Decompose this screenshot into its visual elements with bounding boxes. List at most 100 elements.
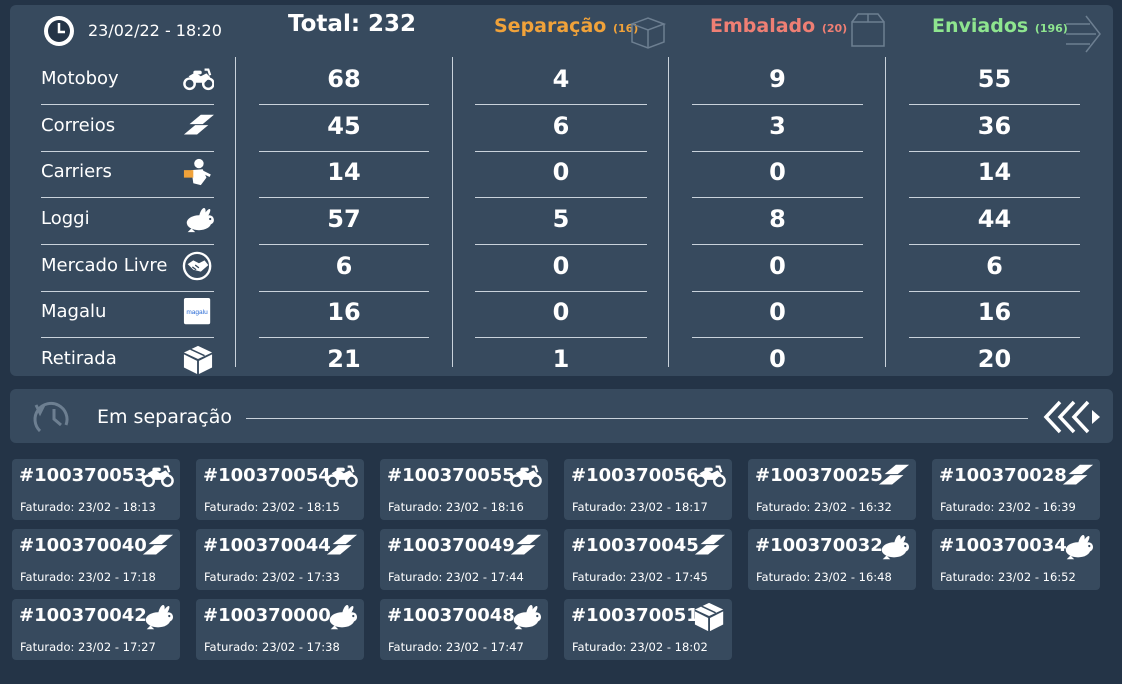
order-id: #100370048 [387,605,515,626]
order-card[interactable]: #100370051 Faturado: 23/02 - 18:02 [564,599,732,660]
correios-icon [1062,464,1094,485]
order-card[interactable]: #100370042 Faturado: 23/02 - 17:27 [12,599,180,660]
motorcycle-icon [692,461,728,493]
order-card[interactable]: #100370048 Faturado: 23/02 - 17:47 [380,599,548,660]
motorcycle-icon [142,465,174,488]
total-value: 14 [259,151,429,198]
order-card[interactable]: #100370055 Faturado: 23/02 - 18:16 [380,459,548,520]
rabbit-icon [1060,531,1096,563]
correios-icon [142,534,174,555]
carrier-row: Mercado Livre [41,245,214,292]
total-value: 45 [259,105,429,152]
order-card[interactable]: #100370053 Faturado: 23/02 - 18:13 [12,459,180,520]
embalado-value: 8 [692,198,863,245]
carrier-name: Correios [41,115,116,136]
embalado-value: 9 [692,58,863,105]
total-count: Total: 232 [288,11,417,37]
order-id: #100370051 [571,605,699,626]
order-card[interactable]: #100370040 Faturado: 23/02 - 17:18 [12,529,180,590]
carrier-name: Retirada [41,348,117,369]
order-invoice-date: Faturado: 23/02 - 17:44 [388,570,524,584]
total-value: 57 [259,198,429,245]
order-id: #100370025 [755,465,883,486]
order-id: #100370032 [755,535,883,556]
order-card[interactable]: #100370032 Faturado: 23/02 - 16:48 [748,529,916,590]
carrier-name: Magalu [41,301,107,322]
order-id: #100370056 [571,465,699,486]
correios-icon [182,111,214,141]
order-id: #100370000 [203,605,331,626]
order-invoice-date: Faturado: 23/02 - 18:02 [572,640,708,654]
separacao-header: Separação (16) [494,15,639,37]
order-id: #100370040 [19,535,147,556]
embalado-header: Embalado (20) [710,15,848,37]
motorcycle-icon [510,465,542,488]
enviados-value: 44 [909,198,1080,245]
rabbit-icon [145,604,174,630]
motorcycle-icon [324,461,360,493]
motorcycle-icon [182,64,215,94]
embalado-value: 0 [692,245,863,292]
order-id: #100370045 [571,535,699,556]
order-invoice-date: Faturado: 23/02 - 17:18 [20,570,156,584]
carrier-name: Loggi [41,208,90,229]
order-card[interactable]: #100370000 Faturado: 23/02 - 17:38 [196,599,364,660]
correios-icon [876,461,912,493]
refresh-clock-icon [33,401,69,433]
carrier-name: Carriers [41,161,112,182]
motorcycle-icon [508,461,544,493]
enviados-value: 14 [909,151,1080,198]
order-card[interactable]: #100370025 Faturado: 23/02 - 16:32 [748,459,916,520]
order-invoice-date: Faturado: 23/02 - 16:48 [756,570,892,584]
section-title: Em separação [97,406,233,428]
order-card[interactable]: #100370044 Faturado: 23/02 - 17:33 [196,529,364,590]
chevrons-left-icon[interactable] [1042,398,1104,436]
order-invoice-date: Faturado: 23/02 - 16:32 [756,500,892,514]
order-id: #100370054 [203,465,331,486]
rabbit-icon [508,601,544,633]
embalado-value: 0 [692,291,863,338]
carrier-name: Mercado Livre [41,255,168,276]
magalu-icon: magalu [183,297,211,325]
courier-icon [182,157,212,187]
enviados-value: 36 [909,105,1080,152]
order-card[interactable]: #100370034 Faturado: 23/02 - 16:52 [932,529,1100,590]
box-open-icon [629,17,667,49]
column-divider [885,57,886,367]
total-value: 6 [259,245,429,292]
order-invoice-date: Faturado: 23/02 - 18:16 [388,500,524,514]
handshake-icon [182,251,214,281]
separacao-value: 0 [475,291,647,338]
rabbit-icon [182,204,214,234]
total-value: 16 [259,291,429,338]
enviados-value: 6 [909,245,1080,292]
separacao-value: 4 [475,58,647,105]
correios-icon [1060,461,1096,493]
order-invoice-date: Faturado: 23/02 - 17:38 [204,640,340,654]
clock-icon [44,16,74,46]
section-divider [246,418,1028,419]
rabbit-icon [1065,534,1094,560]
separacao-value: 0 [475,245,647,292]
embalado-value: 0 [769,345,786,373]
order-card[interactable]: #100370045 Faturado: 23/02 - 17:45 [564,529,732,590]
courier-icon [182,157,214,187]
embalado-value: 3 [692,105,863,152]
order-id: #100370049 [387,535,515,556]
total-value: 21 [327,345,361,373]
order-invoice-date: Faturado: 23/02 - 16:39 [940,500,1076,514]
rabbit-icon [324,601,360,633]
correios-icon [878,464,910,485]
order-id: #100370034 [939,535,1067,556]
carrier-row: Motoboy [41,58,215,105]
order-card[interactable]: #100370054 Faturado: 23/02 - 18:15 [196,459,364,520]
rabbit-icon [881,534,910,560]
order-invoice-date: Faturado: 23/02 - 17:47 [388,640,524,654]
rabbit-icon [140,601,176,633]
order-card[interactable]: #100370056 Faturado: 23/02 - 18:17 [564,459,732,520]
box-icon [694,602,724,632]
order-id: #100370044 [203,535,331,556]
order-invoice-date: Faturado: 23/02 - 18:15 [204,500,340,514]
order-card[interactable]: #100370049 Faturado: 23/02 - 17:44 [380,529,548,590]
order-card[interactable]: #100370028 Faturado: 23/02 - 16:39 [932,459,1100,520]
